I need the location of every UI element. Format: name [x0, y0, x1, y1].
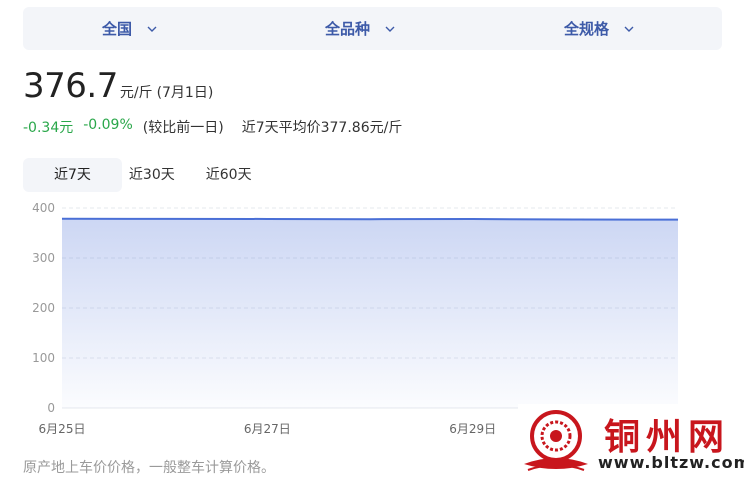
region-filter-label: 全国	[102, 20, 133, 38]
change-percent: -0.09%	[83, 117, 133, 133]
y-tick-label: 200	[32, 301, 55, 315]
region-filter[interactable]: 全国	[102, 7, 158, 50]
seal-logo-icon	[524, 410, 588, 471]
y-tick-label: 300	[32, 251, 55, 265]
tab-60-days[interactable]: 近60天	[199, 158, 276, 192]
price-date: (7月1日)	[156, 85, 214, 101]
price-summary: 376.7 元/斤 (7月1日)	[23, 66, 213, 106]
x-tick-label: 6月27日	[244, 422, 291, 436]
chevron-down-icon	[147, 26, 157, 32]
range-tabs: 近7天 近30天 近60天	[23, 158, 276, 192]
spec-filter-label: 全规格	[564, 20, 610, 38]
price-change-row: -0.34元 -0.09% (较比前一日) 近7天平均价377.86元/斤	[23, 117, 402, 137]
filter-bar: 全国 全品种 全规格	[23, 7, 722, 50]
price-area	[62, 218, 678, 408]
tab-7-days[interactable]: 近7天	[23, 158, 122, 192]
x-tick-label: 6月25日	[39, 422, 86, 436]
x-tick-label: 6月29日	[449, 422, 496, 436]
variety-filter-label: 全品种	[325, 20, 371, 38]
seven-day-average: 近7天平均价377.86元/斤	[241, 120, 403, 136]
y-tick-label: 0	[47, 401, 55, 415]
compare-note: (较比前一日)	[142, 120, 224, 136]
change-amount: -0.34元	[23, 120, 74, 136]
current-price: 376.7	[23, 66, 118, 106]
price-unit: 元/斤	[119, 85, 153, 101]
watermark-url: www.bltzw.com	[598, 453, 744, 472]
variety-filter[interactable]: 全品种	[325, 7, 396, 50]
tab-30-days[interactable]: 近30天	[122, 158, 199, 192]
watermark-logo: 铜州网 www.bltzw.com	[518, 404, 744, 481]
footnote: 原产地上车价价格，一般整车计算价格。	[23, 460, 275, 476]
spec-filter[interactable]: 全规格	[564, 7, 635, 50]
y-tick-label: 400	[32, 201, 55, 215]
chevron-down-icon	[624, 26, 634, 32]
y-tick-label: 100	[32, 351, 55, 365]
chevron-down-icon	[385, 26, 395, 32]
